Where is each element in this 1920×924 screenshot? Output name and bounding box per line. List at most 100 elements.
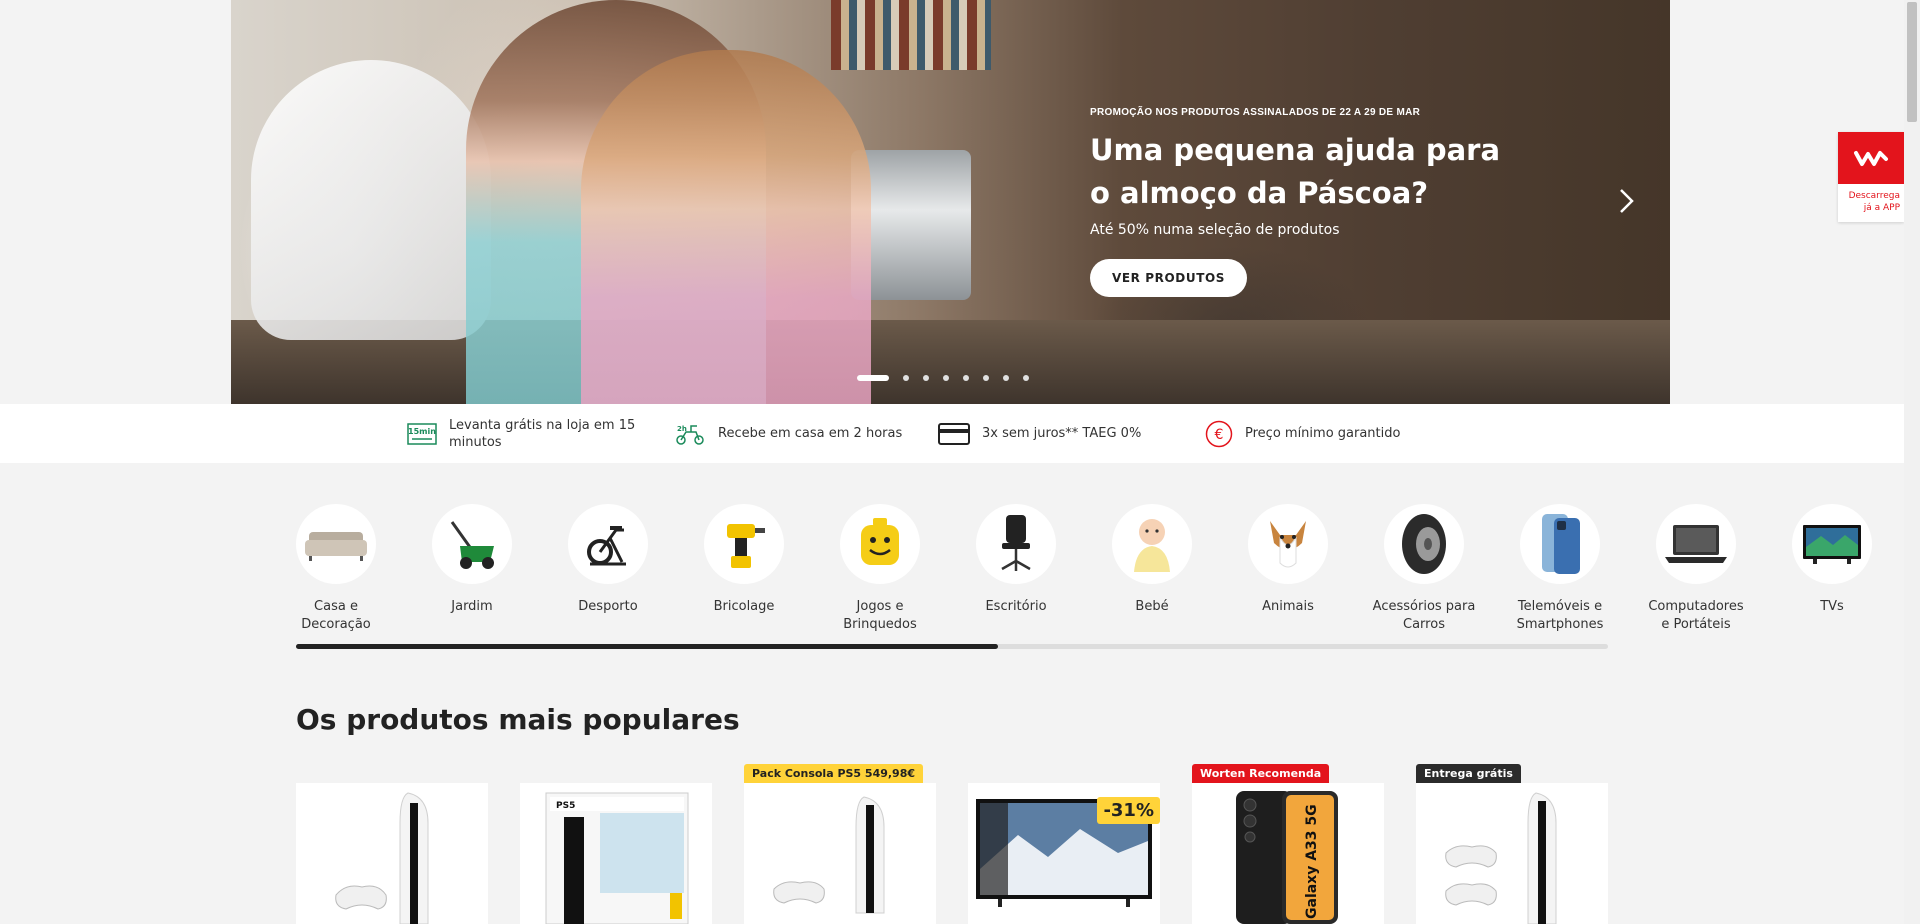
carousel-dot[interactable] [857,375,889,381]
section-title-popular: Os produtos mais populares [296,703,740,736]
svg-text:PS5: PS5 [556,801,575,811]
service-price-guarantee[interactable]: € Preço mínimo garantido [1205,404,1400,463]
categories-scrollbar[interactable] [296,644,1608,649]
category-label-2: e Portáteis [1661,617,1731,632]
category-sports[interactable]: Desporto [540,504,676,616]
category-label-2: Carros [1403,617,1445,632]
category-tvs[interactable]: TVs [1764,504,1900,616]
download-app-line1: Descarrega [1848,191,1900,201]
download-app-widget[interactable]: Descarrega já a APP [1838,132,1904,222]
categories-carousel[interactable]: Casa e Decoração Jardim Desporto Bricolag… [296,504,1872,634]
hero-bookshelf [831,0,991,70]
euro-icon: € [1205,420,1233,447]
worten-logo-icon [1838,132,1904,184]
services-bar: 15min Levanta grátis na loja em 15 minut… [0,404,1904,463]
service-delivery-text: Recebe em casa em 2 horas [718,426,903,441]
category-label: Desporto [578,599,638,614]
product-image [1445,792,1557,924]
category-toys[interactable]: Jogos e Brinquedos [812,504,948,634]
tire-icon [1384,504,1464,584]
category-label: Bebé [1135,599,1169,614]
product-image [773,796,885,914]
category-label: Computadores [1648,599,1744,614]
category-office[interactable]: Escritório [948,504,1084,616]
product-card-tv[interactable]: -31% [968,783,1160,924]
hero-title: Uma pequena ajuda para o almoço da Pásco… [1090,133,1501,210]
page-scrollbar[interactable] [1904,0,1920,924]
hero-mixer [251,60,491,340]
service-pickup-line2: minutos [449,434,502,450]
carousel-dot[interactable] [983,375,989,381]
hero-banner[interactable]: PROMOÇÃO NOS PRODUTOS ASSINALADOS DE 22 … [231,0,1670,404]
credit-card-icon [938,422,970,445]
category-label: Animais [1262,599,1314,614]
hero-subtitle: Até 50% numa seleção de produtos [1090,222,1340,238]
category-label-2: Smartphones [1516,617,1604,632]
category-label: Acessórios para [1372,599,1476,614]
product-badge: Worten Recomenda [1192,764,1330,784]
product-card-ps5-free-shipping[interactable] [1416,783,1608,924]
hero-girl [581,50,871,404]
svg-text:2h: 2h [677,425,687,433]
category-car-accessories[interactable]: Acessórios para Carros [1356,504,1492,634]
carousel-dot[interactable] [1003,375,1009,381]
product-badge: Pack Consola PS5 549,98€ [744,764,924,784]
see-products-button[interactable]: VER PRODUTOS [1090,259,1247,297]
svg-text:Galaxy A33 5G: Galaxy A33 5G [1304,804,1320,919]
carousel-dot[interactable] [1023,375,1029,381]
dog-icon [1248,504,1328,584]
category-label-2: Brinquedos [843,617,917,632]
service-installments[interactable]: 3x sem juros** TAEG 0% [938,404,1141,463]
category-label: Telemóveis e [1517,599,1603,614]
category-label-2: Decoração [301,617,371,632]
lego-head-icon [840,504,920,584]
service-installments-text: 3x sem juros** TAEG 0% [982,426,1142,441]
carousel-dot[interactable] [943,375,949,381]
category-label: TVs [1820,599,1844,614]
carousel-dots[interactable] [857,374,1029,382]
category-label: Jardim [451,599,493,614]
category-label: Jogos e [856,599,904,614]
product-badge: Entrega grátis [1416,764,1521,784]
product-card-galaxy-a33[interactable]: Galaxy A33 5G [1192,783,1384,924]
office-chair-icon [976,504,1056,584]
lawn-mower-icon [432,504,512,584]
category-computers[interactable]: Computadores e Portáteis [1628,504,1764,634]
carousel-dot[interactable] [923,375,929,381]
product-image: Galaxy A33 5G [1236,791,1338,924]
category-animals[interactable]: Animais [1220,504,1356,616]
download-app-label: Descarrega já a APP [1838,184,1904,214]
download-app-line2: já a APP [1863,203,1900,213]
svg-text:15min: 15min [408,427,436,436]
sofa-icon [296,504,376,584]
svg-text:€: € [1215,427,1224,443]
smartphone-icon [1520,504,1600,584]
category-phones[interactable]: Telemóveis e Smartphones [1492,504,1628,634]
categories-scrollbar-thumb[interactable] [296,644,998,649]
product-image: PS5 [545,792,689,924]
service-pickup[interactable]: 15min Levanta grátis na loja em 15 minut… [407,404,635,463]
category-label: Bricolage [713,599,775,614]
baby-icon [1112,504,1192,584]
product-card-ps5-pack[interactable] [744,783,936,924]
category-diy[interactable]: Bricolage [676,504,812,616]
hero-promo-text: PROMOÇÃO NOS PRODUTOS ASSINALADOS DE 22 … [1090,107,1421,118]
chevron-right-icon[interactable] [1612,186,1642,216]
15-min-pickup-icon: 15min [407,422,437,445]
2h-delivery-scooter-icon: 2h [676,425,704,445]
service-price-text: Preço mínimo garantido [1245,426,1401,441]
product-image [335,792,429,924]
product-card-ps5[interactable] [296,783,488,924]
category-home-decor[interactable]: Casa e Decoração [268,504,404,634]
service-delivery[interactable]: 2h Recebe em casa em 2 horas [674,404,902,463]
product-card-ps5-gow-bundle[interactable]: PS5 [520,783,712,924]
laptop-icon [1656,504,1736,584]
carousel-dot[interactable] [903,375,909,381]
category-label: Casa e [314,599,358,614]
drill-icon [704,504,784,584]
category-garden[interactable]: Jardim [404,504,540,616]
scrollbar-thumb[interactable] [1907,2,1917,122]
carousel-dot[interactable] [963,375,969,381]
category-baby[interactable]: Bebé [1084,504,1220,616]
discount-badge: -31% [1097,797,1160,824]
